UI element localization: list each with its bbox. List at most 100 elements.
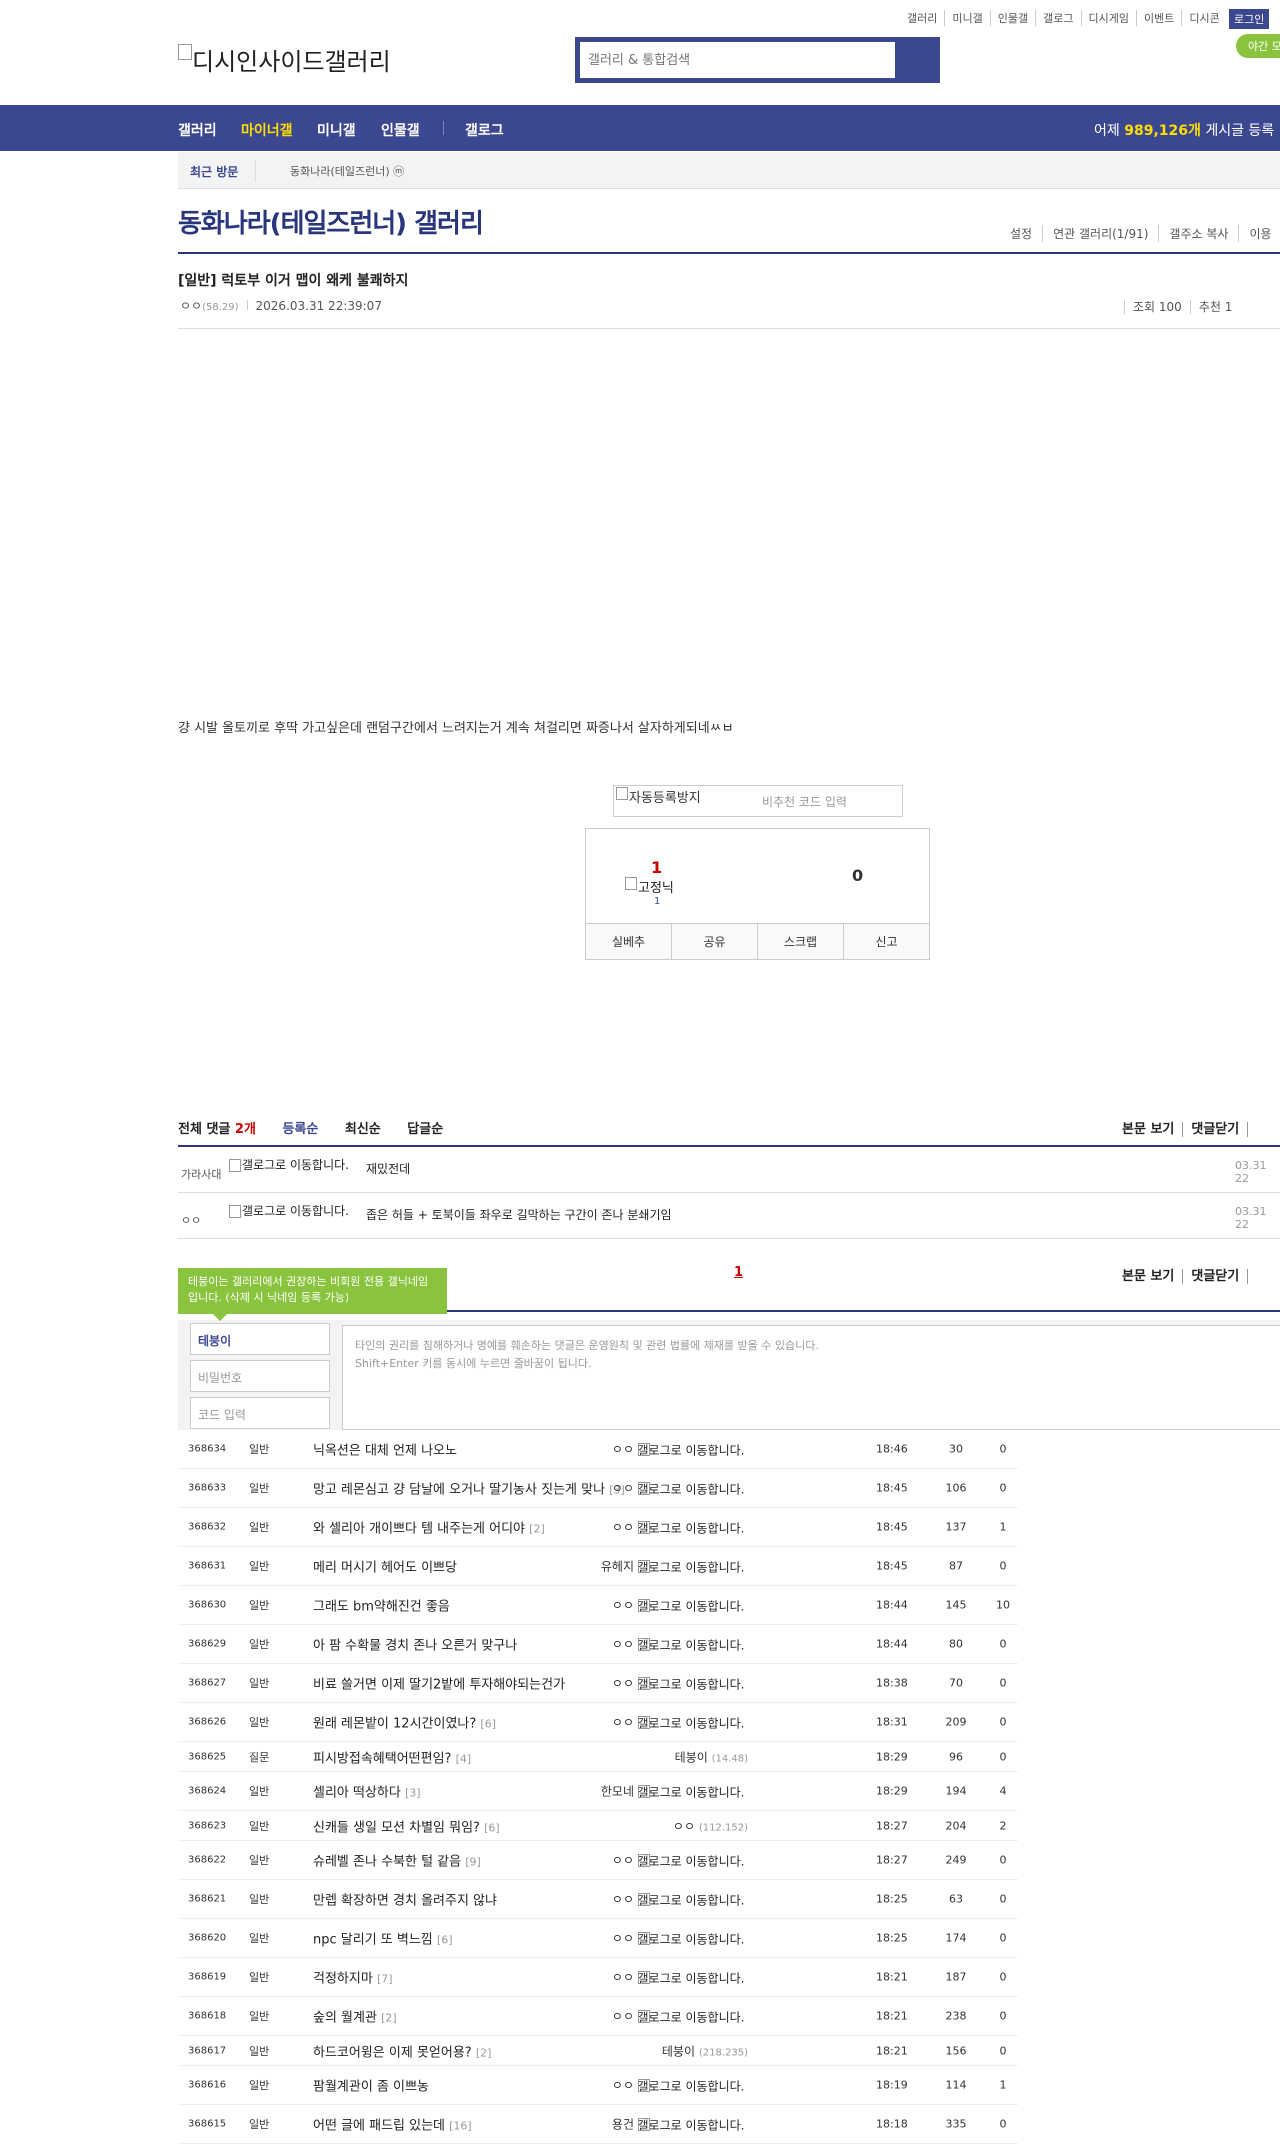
reply-count[interactable]: [6] — [437, 1934, 453, 1947]
post-list-title[interactable]: 비료 쓸거면 이제 딸기2밭에 투자해야되는건가 — [313, 1678, 565, 1693]
gallog-link[interactable]: 갤로그로 이동합니다. — [634, 1892, 748, 1907]
top-link-gallog[interactable]: 갤로그 — [1036, 10, 1082, 26]
post-title-link[interactable]: 망고 레몬심고 걍 담날에 오거나 딸기농사 짓는게 맞나 [3] — [313, 1479, 625, 1498]
post-writer[interactable]: ㅇㅇ 갤로그로 이동합니다. — [612, 1441, 748, 1458]
post-list-title[interactable]: 피시방접속혜택어떤편임? — [313, 1751, 451, 1766]
scrap-button[interactable]: 스크랩 — [758, 924, 844, 959]
gallery-title[interactable]: 동화나라(테일즈런너) 갤러리 — [178, 203, 484, 240]
gallog-link[interactable]: 갤로그로 이동합니다. — [634, 1931, 748, 1946]
post-writer[interactable]: ㅇㅇ 갤로그로 이동합니다. — [612, 2008, 748, 2025]
post-title-link[interactable]: 걱정하지마 [7] — [313, 1968, 393, 1987]
gallog-link[interactable]: 갤로그로 이동합니다. — [634, 2117, 748, 2132]
post-list-row[interactable]: 368631 일반 메리 머시기 헤어도 이쁘당 유헤지 갤로그로 이동합니다. 18:… — [178, 1547, 1018, 1586]
reply-count[interactable]: [2] — [529, 1523, 545, 1536]
post-writer[interactable]: ㅇㅇ 갤로그로 이동합니다. — [612, 1852, 748, 1869]
post-title-link[interactable]: 비료 쓸거면 이제 딸기2밭에 투자해야되는건가 — [313, 1674, 565, 1693]
gallog-link[interactable]: 갤로그로 이동합니다. — [634, 1853, 748, 1868]
post-list-title[interactable]: 와 셀리아 개이쁘다 템 내주는게 어디야 — [313, 1522, 525, 1537]
post-author[interactable]: ㅇㅇ — [180, 299, 202, 313]
sort-registered[interactable]: 등록순 — [282, 1122, 318, 1137]
post-writer[interactable]: ㅇㅇ 갤로그로 이동합니다. — [612, 1636, 748, 1653]
writer-nick[interactable]: ㅇㅇ — [612, 1521, 634, 1535]
top-link-person-gall[interactable]: 인물갤 — [991, 10, 1037, 26]
sort-replies[interactable]: 답글순 — [407, 1122, 443, 1137]
post-list-title[interactable]: 하드코어윙은 이제 못얻어용? — [313, 2045, 472, 2060]
post-title-link[interactable]: 팜월계관이 좀 이쁘농 — [313, 2076, 429, 2095]
top-link-gallery[interactable]: 갤러리 — [900, 10, 946, 26]
nav-mini-gallery[interactable]: 미니갤 — [317, 120, 356, 140]
search-input[interactable] — [580, 42, 895, 78]
writer-nick[interactable]: ㅇㅇ — [612, 1638, 634, 1652]
post-list-row[interactable]: 368625 ? 질문 피시방접속혜택어떤편임? [4] 테붕이 (14.48) 18:2… — [178, 1742, 1018, 1772]
post-list-row[interactable]: 368633 일반 망고 레몬심고 걍 담날에 오거나 딸기농사 짓는게 맞나 [3… — [178, 1469, 1018, 1508]
post-title-link[interactable]: 슈레벨 존나 수북한 털 같음 [9] — [313, 1851, 481, 1870]
nav-person-gallery[interactable]: 인물갤 — [381, 120, 420, 140]
post-writer[interactable]: ㅇㅇ 갤로그로 이동합니다. — [612, 1480, 748, 1497]
post-list-title[interactable]: 신캐들 생일 모션 차별임 뭐임? — [313, 1820, 480, 1835]
post-writer[interactable]: ㅇㅇ 갤로그로 이동합니다. — [612, 1969, 748, 1986]
view-body-button[interactable]: 본문 보기 — [1122, 1269, 1184, 1284]
post-list-row[interactable]: 368616 일반 팜월계관이 좀 이쁘농 ㅇㅇ 갤로그로 이동합니다. 18:19 11… — [178, 2066, 1018, 2105]
post-list-row[interactable]: 368623 일반 신캐들 생일 모션 차별임 뭐임? [6] ㅇㅇ (112.152… — [178, 1811, 1018, 1841]
post-list-row[interactable]: 368629 일반 아 팜 수확물 경치 존나 오른거 맞구나 ㅇㅇ 갤로그로 이동합… — [178, 1625, 1018, 1664]
gallog-link[interactable]: 갤로그로 이동합니다. — [634, 1481, 748, 1496]
writer-nick[interactable]: ㅇㅇ — [612, 2010, 634, 2024]
reply-count[interactable]: [3] — [405, 1787, 421, 1800]
post-list-row[interactable]: 368627 일반 비료 쓸거면 이제 딸기2밭에 투자해야되는건가 ㅇㅇ 갤로그로 … — [178, 1664, 1018, 1703]
post-list-title[interactable]: 걱정하지마 — [313, 1972, 373, 1987]
gallog-link[interactable]: 갤로그로 이동합니다. — [634, 1598, 748, 1613]
recommend-down-count[interactable]: 0 — [852, 866, 863, 885]
reply-count[interactable]: [6] — [480, 1718, 496, 1731]
post-list-row[interactable]: 368615 일반 어떤 글에 패드립 있는데 [16] 용건 갤로그로 이동합니다. 1… — [178, 2105, 1018, 2144]
post-title-link[interactable]: 셀리아 떡상하다 [3] — [313, 1782, 421, 1801]
reply-count[interactable]: [6] — [484, 1821, 500, 1834]
post-list-title[interactable]: npc 달리기 또 벽느낌 — [313, 1933, 433, 1948]
site-logo[interactable]: 디시인사이드갤러리 — [178, 42, 391, 77]
copy-gallery-address[interactable]: 갤주소 복사 — [1158, 225, 1238, 242]
gallog-link[interactable]: 갤로그로 이동합니다. — [634, 2078, 748, 2093]
writer-nick[interactable]: ㅇㅇ — [612, 1893, 634, 1907]
gallery-settings[interactable]: 설정 — [1000, 225, 1042, 242]
nav-gallery[interactable]: 갤러리 — [178, 120, 217, 140]
post-list-row[interactable]: 368624 일반 셀리아 떡상하다 [3] 한모네 갤로그로 이동합니다. 18:29 1… — [178, 1772, 1018, 1811]
writer-nick[interactable]: 용건 — [612, 2118, 634, 2132]
writer-nick[interactable]: ㅇㅇ — [673, 1819, 695, 1833]
gallog-link[interactable]: 갤로그로 이동합니다. — [634, 1559, 748, 1574]
reply-count[interactable]: [2] — [476, 2046, 492, 2059]
comment-page-1[interactable]: 1 — [734, 1265, 743, 1280]
top-link-dccon[interactable]: 디시콘 — [1182, 10, 1226, 26]
comment-textarea[interactable]: 타인의 권리를 침해하거나 명예를 훼손하는 댓글은 운영원칙 및 관련 법률에… — [342, 1325, 1280, 1430]
post-list-title[interactable]: 망고 레몬심고 걍 담날에 오거나 딸기농사 짓는게 맞나 — [313, 1483, 605, 1498]
post-list-title[interactable]: 닉옥션은 대체 언제 나오노 — [313, 1444, 457, 1459]
post-list-row[interactable]: 368626 일반 원래 레몬밭이 12시간이였나? [6] ㅇㅇ 갤로그로 이동합니다… — [178, 1703, 1018, 1742]
close-comments-button[interactable]: 댓글닫기 — [1191, 1122, 1249, 1137]
top-link-event[interactable]: 이벤트 — [1137, 10, 1183, 26]
post-list-row[interactable]: 368620 일반 npc 달리기 또 벽느낌 [6] ㅇㅇ 갤로그로 이동합니다. 18… — [178, 1919, 1018, 1958]
post-list-title[interactable]: 슈레벨 존나 수북한 털 같음 — [313, 1855, 461, 1870]
gallog-link[interactable]: 갤로그로 이동합니다. — [634, 2009, 748, 2024]
reply-count[interactable]: [9] — [465, 1856, 481, 1869]
gallery-usage[interactable]: 이용 — [1238, 225, 1280, 242]
close-comments-button[interactable]: 댓글닫기 — [1191, 1269, 1249, 1284]
post-title-link[interactable]: 와 셀리아 개이쁘다 템 내주는게 어디야 [2] — [313, 1518, 545, 1537]
post-writer[interactable]: 용건 갤로그로 이동합니다. — [612, 2116, 748, 2133]
post-title-link[interactable]: 하드코어윙은 이제 못얻어용? [2] — [313, 2041, 491, 2060]
post-list-title[interactable]: 그래도 bm약해진건 좋음 — [313, 1600, 450, 1615]
post-list-row[interactable]: 368632 일반 와 셀리아 개이쁘다 템 내주는게 어디야 [2] ㅇㅇ 갤로그로 … — [178, 1508, 1018, 1547]
post-writer[interactable]: ㅇㅇ 갤로그로 이동합니다. — [612, 1675, 748, 1692]
post-list-title[interactable]: 셀리아 떡상하다 — [313, 1786, 401, 1801]
writer-nick[interactable]: ㅇㅇ — [612, 1971, 634, 1985]
top-link-minigall[interactable]: 미니갤 — [945, 10, 991, 26]
comment-nick[interactable]: ㅇㅇ — [181, 1212, 201, 1228]
post-title-link[interactable]: 아 팜 수확물 경치 존나 오른거 맞구나 — [313, 1635, 517, 1654]
login-button[interactable]: 로그인 — [1229, 9, 1270, 29]
writer-nick[interactable]: ㅇㅇ — [612, 1482, 634, 1496]
gallog-link[interactable]: 갤로그로 이동합니다. — [634, 1970, 748, 1985]
post-list-title[interactable]: 팜월계관이 좀 이쁘농 — [313, 2080, 429, 2095]
writer-nick[interactable]: 테붕이 — [662, 2044, 695, 2058]
reply-count[interactable]: [16] — [449, 2120, 472, 2133]
post-list-row[interactable]: 368617 일반 하드코어윙은 이제 못얻어용? [2] 테붕이 (218.235)… — [178, 2036, 1018, 2066]
post-list-title[interactable]: 아 팜 수확물 경치 존나 오른거 맞구나 — [313, 1639, 517, 1654]
writer-nick[interactable]: ㅇㅇ — [612, 2079, 634, 2093]
gallog-link[interactable]: 갤로그로 이동합니다. — [634, 1715, 748, 1730]
